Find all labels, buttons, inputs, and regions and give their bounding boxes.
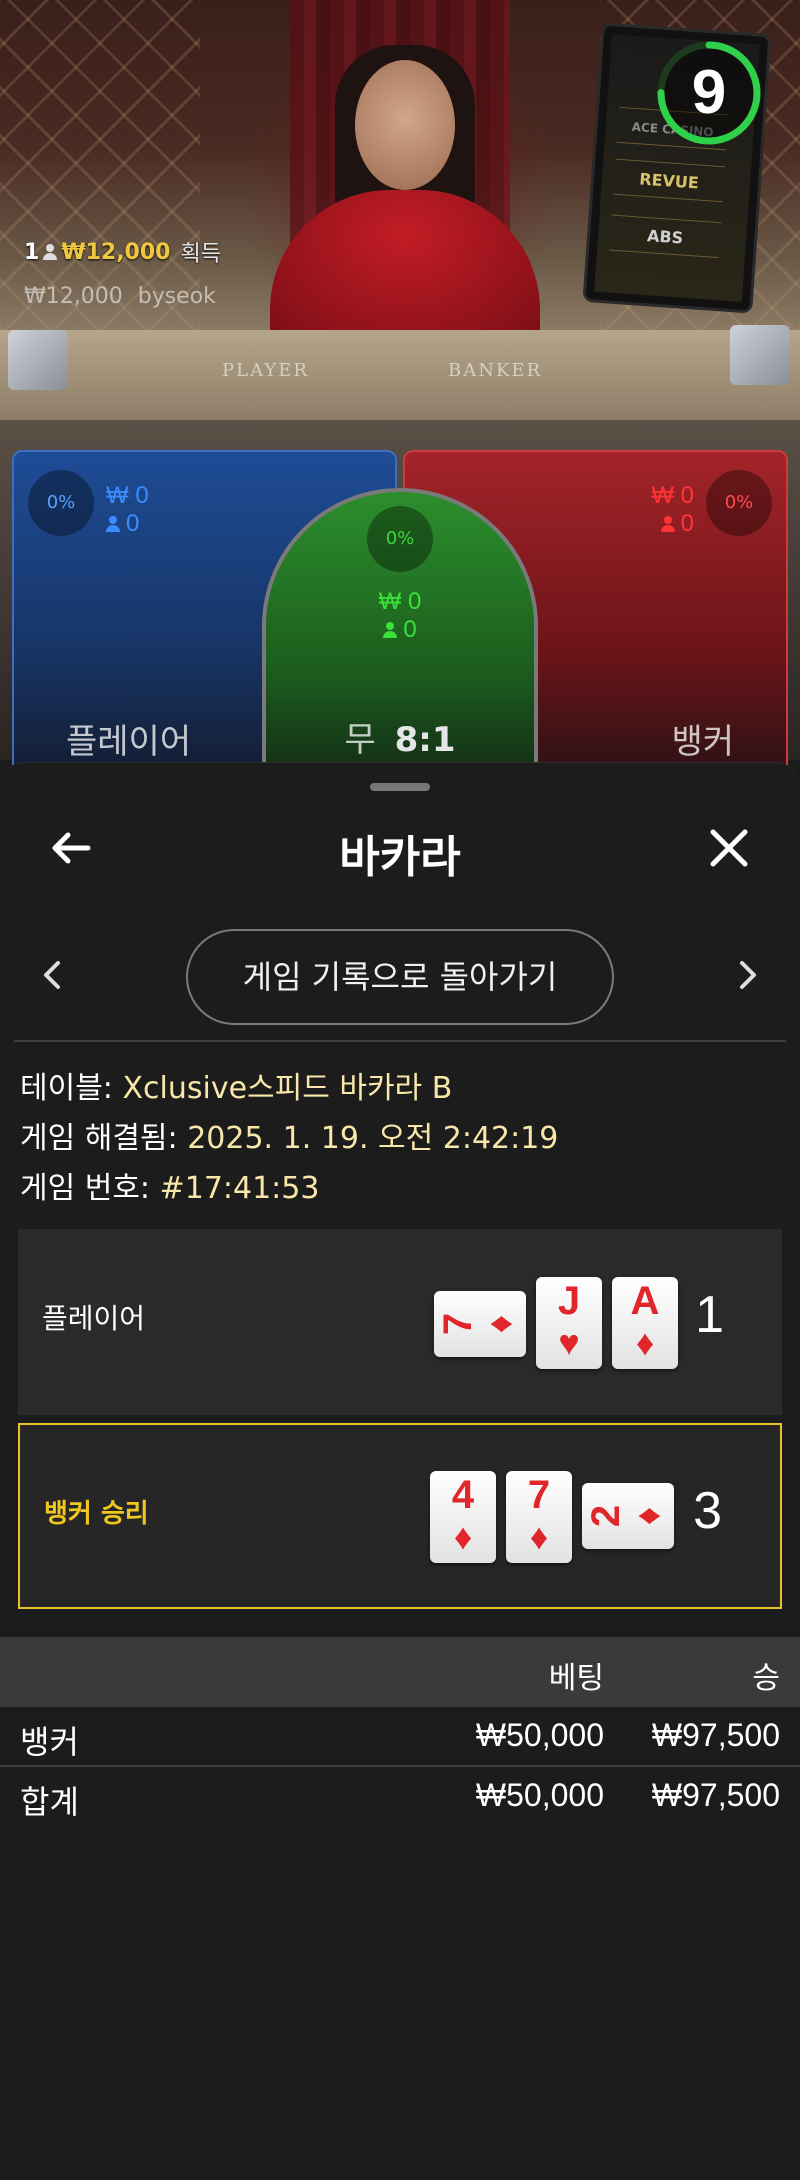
- table-row: 뱅커 ₩50,000 ₩97,500: [0, 1709, 800, 1767]
- row-name: 합계: [20, 1783, 79, 1821]
- banker-score: 3: [693, 1482, 722, 1540]
- card-rank: J: [557, 1279, 581, 1323]
- back-to-history-button[interactable]: 게임 기록으로 돌아가기: [186, 929, 614, 1025]
- banker-percent: 0%: [706, 470, 772, 536]
- user-icon: [660, 516, 675, 532]
- player-hand-label: 플레이어: [42, 1302, 146, 1335]
- banker-stats: ₩ 0 0: [651, 482, 694, 538]
- table-info-label: 테이블:: [20, 1071, 123, 1106]
- card-rank: 7: [527, 1473, 551, 1517]
- player-amount: ₩ 0: [106, 482, 149, 509]
- discard-tray: [730, 325, 790, 385]
- timer-value: 9: [691, 58, 727, 127]
- table-info-value: Xclusive스피드 바카라 B: [122, 1071, 453, 1106]
- monitor-logo: ABS: [609, 214, 722, 259]
- card-suit: ♦: [635, 1322, 655, 1363]
- tie-stats: ₩ 0 0: [266, 588, 534, 644]
- playing-card: 2 ♦: [582, 1483, 674, 1549]
- player-hand: 플레이어 7 ♦ J ♥ A ♦ 1: [18, 1229, 782, 1415]
- sheet-title: 바카라: [339, 832, 461, 883]
- user-icon: [383, 622, 398, 638]
- win-column-header: 승: [752, 1661, 780, 1696]
- winner-name: byseok: [137, 284, 216, 309]
- tie-bet-spot[interactable]: 0% ₩ 0 0 무 8:1: [262, 488, 538, 788]
- user-icon: [106, 516, 120, 532]
- card-rank: 7: [436, 1312, 480, 1336]
- bet-area: 0% ₩ 0 0 플레이어 0% ₩ 0 0 뱅커 0% ₩ 0 0 무 8:1: [0, 420, 800, 788]
- win-label: 획득: [180, 242, 221, 267]
- card-suit: ♥: [558, 1322, 580, 1363]
- game-number-label: 게임 번호:: [20, 1171, 160, 1206]
- game-number-info: 게임 번호: #17:41:53: [20, 1163, 319, 1207]
- background-lattice: [0, 0, 200, 330]
- row-win: ₩97,500: [651, 1777, 780, 1813]
- row-win: ₩97,500: [651, 1717, 780, 1753]
- chevron-left-icon[interactable]: [38, 955, 68, 995]
- player-percent: 0%: [28, 470, 94, 536]
- recent-winner: ₩12,000 byseok: [24, 284, 216, 309]
- card-suit: ♦: [529, 1516, 549, 1557]
- table-felt: [0, 330, 800, 420]
- player-spot-label: 플레이어: [66, 722, 192, 762]
- playing-card: 7 ♦: [434, 1291, 526, 1357]
- player-count: 0: [126, 510, 140, 537]
- tie-spot-label: 무 8:1: [266, 712, 534, 761]
- row-bet: ₩50,000: [475, 1777, 604, 1813]
- game-history-sheet: 바카라 게임 기록으로 돌아가기 테이블: Xclusive스피드 바카라 B …: [0, 762, 800, 2180]
- card-shoe: [8, 330, 68, 390]
- card-rank: 4: [451, 1473, 475, 1517]
- bets-table-header: 베팅 승: [0, 1637, 800, 1707]
- card-rank: A: [630, 1279, 660, 1323]
- countdown-timer: 9: [654, 38, 764, 148]
- bet-column-header: 베팅: [548, 1661, 604, 1696]
- win-summary: 1 ₩12,000 획득: [24, 236, 221, 268]
- row-name: 뱅커: [20, 1723, 79, 1761]
- monitor-logo: REVUE: [612, 158, 726, 203]
- banker-hand: 뱅커 승리 4 ♦ 7 ♦ 2 ♦ 3: [18, 1423, 782, 1609]
- winner-amount: ₩12,000: [24, 284, 123, 309]
- win-amount: ₩12,000: [61, 239, 171, 265]
- playing-card: 4 ♦: [430, 1471, 496, 1563]
- banker-amount: ₩ 0: [651, 482, 694, 509]
- tie-payout: 8:1: [394, 720, 456, 760]
- table-info: 테이블: Xclusive스피드 바카라 B: [20, 1063, 452, 1107]
- dealer-head: [355, 60, 455, 190]
- row-bet: ₩50,000: [475, 1717, 604, 1753]
- player-stats: ₩ 0 0: [106, 482, 149, 538]
- player-score: 1: [695, 1286, 724, 1344]
- card-suit: ♦: [479, 1314, 520, 1334]
- live-video-stream: PLAYER BANKER ACE CASINO REVUE ABS 9 1 ₩…: [0, 0, 800, 420]
- win-count: 1: [24, 239, 40, 265]
- close-icon[interactable]: [704, 823, 754, 873]
- banker-spot-label: 뱅커: [671, 722, 734, 762]
- tie-count: 0: [403, 616, 417, 643]
- playing-card: A ♦: [612, 1277, 678, 1369]
- card-suit: ♦: [453, 1516, 473, 1557]
- playing-card: J ♥: [536, 1277, 602, 1369]
- chevron-right-icon[interactable]: [732, 955, 762, 995]
- banker-count: 0: [680, 510, 694, 537]
- felt-banker-text: BANKER: [448, 360, 543, 381]
- tie-label: 무: [344, 720, 376, 760]
- user-icon: [43, 244, 58, 260]
- resolved-value: 2025. 1. 19. 오전 2:42:19: [187, 1121, 559, 1156]
- tie-percent: 0%: [367, 506, 433, 572]
- card-suit: ♦: [627, 1506, 668, 1526]
- divider: [14, 1040, 786, 1042]
- table-row: 합계 ₩50,000 ₩97,500: [0, 1769, 800, 1827]
- felt-player-text: PLAYER: [222, 360, 309, 381]
- tie-amount: ₩ 0: [378, 588, 422, 615]
- app-root: { "video": { "timer_value": "9", "timer_…: [0, 0, 800, 2180]
- banker-hand-label: 뱅커 승리: [44, 1499, 149, 1529]
- playing-card: 7 ♦: [506, 1471, 572, 1563]
- card-rank: 2: [584, 1504, 628, 1528]
- resolved-label: 게임 해결됨:: [20, 1121, 188, 1156]
- game-number-value: #17:41:53: [159, 1171, 320, 1206]
- sheet-drag-handle[interactable]: [370, 783, 430, 791]
- resolved-info: 게임 해결됨: 2025. 1. 19. 오전 2:42:19: [20, 1113, 558, 1157]
